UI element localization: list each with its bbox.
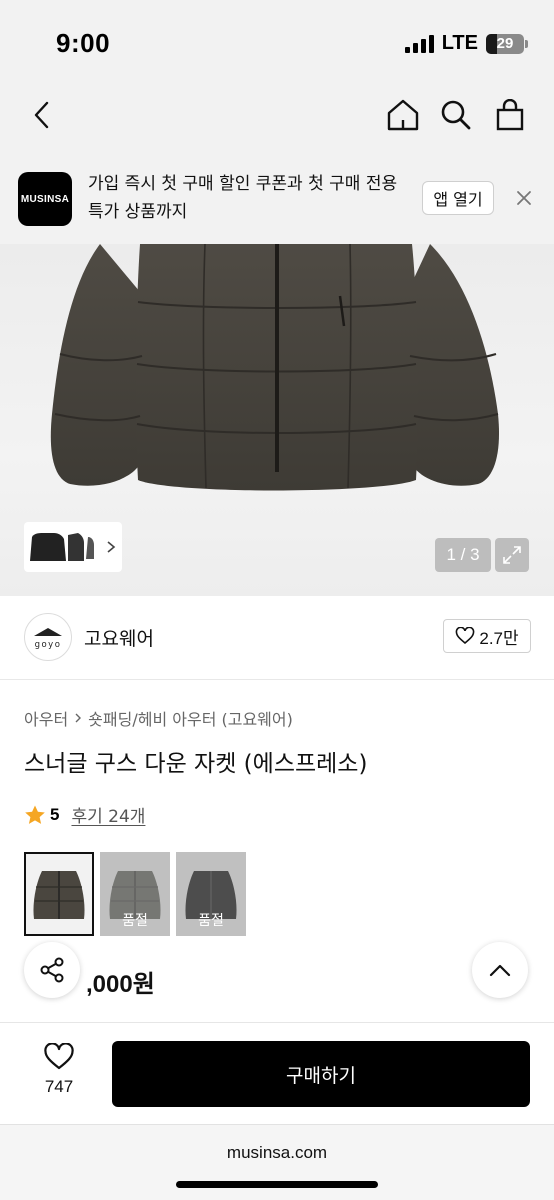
brand-like-button[interactable]: 2.7만 [443, 619, 531, 653]
app-promo-banner: MUSINSA 가입 즉시 첫 구매 할인 쿠폰과 첫 구매 전용 특가 상품까… [0, 150, 554, 244]
product-image-gallery[interactable]: 1 / 3 [0, 244, 554, 596]
review-count-link[interactable]: 후기 24개 [71, 802, 145, 827]
soldout-label: 품절 [122, 913, 148, 929]
variant-image [33, 871, 85, 919]
brand-like-count: 2.7만 [479, 628, 519, 648]
color-variants: 품절 품절 [24, 852, 246, 936]
product-title: 스너글 구스 다운 자켓 (에스프레소) [24, 751, 368, 777]
status-bar: 9:00 LTE 29 [0, 0, 554, 80]
brand-name[interactable]: 고요웨어 [84, 624, 154, 651]
battery-level: 29 [496, 35, 514, 52]
heart-icon [456, 627, 475, 645]
search-button[interactable] [434, 93, 478, 137]
promo-text: 가입 즉시 첫 구매 할인 쿠폰과 첫 구매 전용 특가 상품까지 [88, 174, 398, 222]
back-button[interactable] [20, 93, 64, 137]
home-icon [387, 99, 419, 131]
star-icon [25, 805, 45, 824]
expand-icon [503, 546, 521, 564]
wishlist-count: 747 [44, 1077, 74, 1096]
bottom-action-bar: 747 구매하기 [0, 1022, 554, 1124]
chevron-right-icon [107, 541, 116, 553]
status-indicators: LTE 29 [404, 32, 528, 55]
browser-url-bar: musinsa.com [0, 1124, 554, 1200]
svg-text:goyo: goyo [35, 640, 62, 650]
share-icon [40, 957, 64, 983]
signal-icon [404, 34, 434, 53]
heart-icon [44, 1043, 74, 1070]
network-label: LTE [441, 32, 478, 54]
variant-espresso[interactable] [24, 852, 94, 936]
image-counter: 1 / 3 [435, 538, 491, 572]
nav-bar [0, 80, 554, 150]
home-button[interactable] [381, 93, 425, 137]
shopping-bag-icon [496, 99, 524, 131]
cart-button[interactable] [488, 93, 532, 137]
breadcrumb: 아우터 숏패딩/헤비 아우터 (고요웨어) [24, 706, 293, 730]
musinsa-logo: MUSINSA [18, 172, 72, 226]
close-icon [517, 191, 531, 205]
breadcrumb-subcategory[interactable]: 숏패딩/헤비 아우터 (고요웨어) [88, 706, 293, 730]
goyo-logo-icon: goyo [34, 628, 62, 650]
close-banner-button[interactable] [510, 184, 538, 212]
chevron-left-icon [34, 101, 49, 129]
search-icon [441, 100, 471, 130]
rating-score: 5 [50, 804, 60, 824]
variant-black[interactable]: 품절 [176, 852, 246, 936]
expand-image-button[interactable] [495, 538, 529, 572]
price-value: ,000원 [86, 971, 155, 998]
brand-row: goyo 고요웨어 2.7만 [0, 596, 554, 680]
share-button[interactable] [24, 942, 80, 998]
brand-logo[interactable]: goyo [24, 613, 72, 661]
soldout-label: 품절 [198, 913, 224, 929]
open-app-button[interactable]: 앱 열기 [422, 181, 494, 215]
chevron-up-icon [489, 964, 511, 977]
url-text[interactable]: musinsa.com [0, 1143, 554, 1163]
rating-row: 5 후기 24개 [24, 802, 145, 827]
battery-icon: 29 [486, 33, 528, 54]
breadcrumb-category[interactable]: 아우터 [24, 706, 68, 730]
variant-khaki[interactable]: 품절 [100, 852, 170, 936]
scroll-top-button[interactable] [472, 942, 528, 998]
wishlist-button[interactable]: 747 [24, 1043, 94, 1097]
status-time: 9:00 [56, 28, 111, 58]
chevron-right-icon [75, 713, 82, 723]
home-indicator[interactable] [176, 1181, 378, 1188]
buy-button[interactable]: 구매하기 [112, 1041, 530, 1107]
thumbnail-image [30, 533, 94, 561]
thumbnail-strip[interactable] [24, 522, 122, 572]
